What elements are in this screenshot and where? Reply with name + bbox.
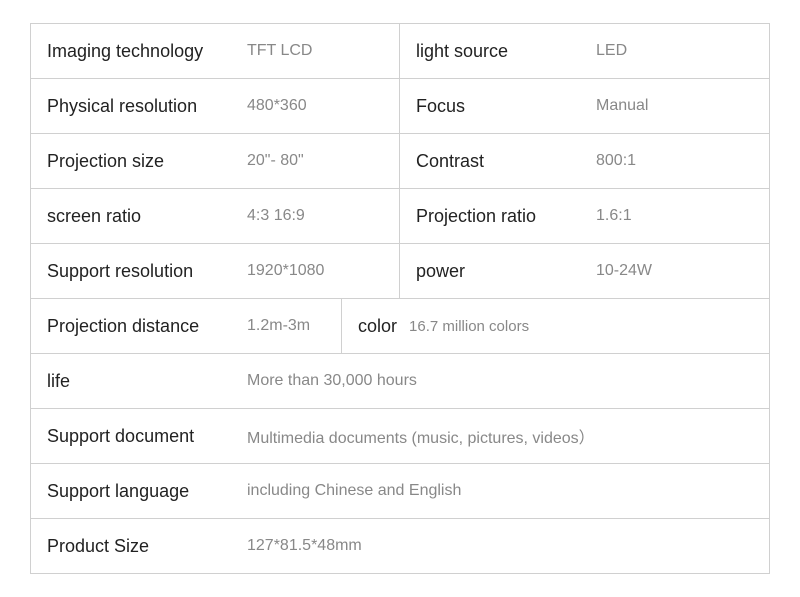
label-support-document: Support document [31, 416, 231, 457]
value-screen-ratio: 4:3 16:9 [231, 197, 399, 235]
label-focus: Focus [400, 86, 580, 127]
label-physical-resolution: Physical resolution [31, 86, 231, 127]
label-product-size: Product Size [31, 526, 231, 567]
value-support-resolution: 1920*1080 [231, 252, 399, 290]
label-life: life [31, 361, 231, 402]
value-power: 10-24W [580, 252, 769, 290]
value-projection-ratio: 1.6:1 [580, 197, 769, 235]
label-projection-size: Projection size [31, 141, 231, 182]
label-color: color [358, 316, 397, 337]
table-row: Physical resolution 480*360 Focus Manual [31, 79, 769, 134]
table-row: life More than 30,000 hours [31, 354, 769, 409]
table-row: Support resolution 1920*1080 power 10-24… [31, 244, 769, 299]
value-life: More than 30,000 hours [231, 362, 769, 400]
label-light-source: light source [400, 31, 580, 72]
label-power: power [400, 251, 580, 292]
label-support-resolution: Support resolution [31, 251, 231, 292]
value-support-document: Multimedia documents (music, pictures, v… [231, 414, 769, 458]
table-row: Imaging technology TFT LCD light source … [31, 24, 769, 79]
table-row: Support document Multimedia documents (m… [31, 409, 769, 464]
label-support-language: Support language [31, 471, 231, 512]
value-contrast: 800:1 [580, 142, 769, 180]
value-imaging-technology: TFT LCD [231, 32, 399, 70]
value-projection-distance: 1.2m-3m [231, 307, 341, 345]
table-row: Projection size 20"- 80" Contrast 800:1 [31, 134, 769, 189]
table-row: Projection distance 1.2m-3m color 16.7 m… [31, 299, 769, 354]
label-screen-ratio: screen ratio [31, 196, 231, 237]
table-row: Support language including Chinese and E… [31, 464, 769, 519]
specs-table: Imaging technology TFT LCD light source … [30, 23, 770, 574]
value-light-source: LED [580, 32, 769, 70]
value-product-size: 127*81.5*48mm [231, 527, 769, 565]
value-color: 16.7 million colors [409, 318, 529, 335]
label-projection-distance: Projection distance [31, 306, 231, 347]
value-projection-size: 20"- 80" [231, 142, 399, 180]
value-physical-resolution: 480*360 [231, 87, 399, 125]
label-contrast: Contrast [400, 141, 580, 182]
value-focus: Manual [580, 87, 769, 125]
label-projection-ratio: Projection ratio [400, 196, 580, 237]
label-imaging-technology: Imaging technology [31, 31, 231, 72]
table-row: screen ratio 4:3 16:9 Projection ratio 1… [31, 189, 769, 244]
value-support-language: including Chinese and English [231, 472, 769, 510]
color-section: color 16.7 million colors [342, 306, 769, 347]
table-row: Product Size 127*81.5*48mm [31, 519, 769, 574]
